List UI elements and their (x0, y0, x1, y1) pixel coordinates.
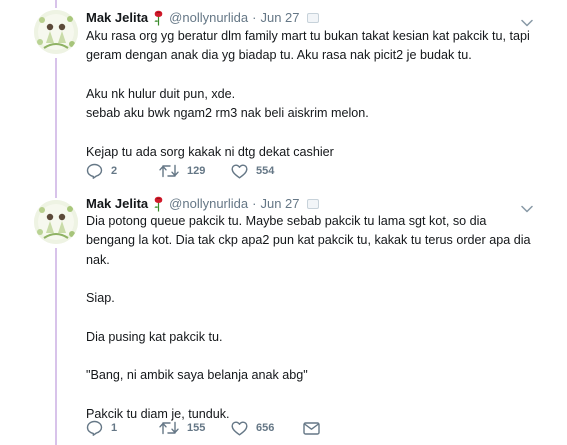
avatar[interactable] (34, 10, 78, 54)
tweet-line-blank (86, 386, 546, 405)
separator: · (252, 10, 257, 25)
tweet-line: Aku nk hulur duit pun, xde. (86, 86, 236, 101)
tweet-line-blank (86, 347, 546, 366)
direct-message-button[interactable] (303, 419, 320, 437)
tweet-line: Dia pusing kat pakcik tu. (86, 329, 223, 344)
author-name[interactable]: Mak Jelita (86, 195, 148, 213)
tweet-date[interactable]: Jun 27 (260, 9, 299, 27)
retweet-count: 129 (187, 165, 206, 177)
media-badge-icon (306, 199, 319, 209)
author-name[interactable]: Mak Jelita (86, 9, 148, 27)
tweet-line-blank (86, 66, 546, 85)
reply-icon (86, 420, 103, 436)
chevron-down-icon[interactable] (521, 200, 533, 213)
tweet-header: Mak Jelita @nollynurlida · Jun 27 (86, 195, 319, 213)
tweet-line: sebab aku bwk ngam2 rm3 nak beli aiskrim… (86, 106, 369, 121)
tweet-line: "Bang, ni ambik saya belanja anak abg" (86, 368, 308, 383)
heart-icon (231, 421, 248, 435)
tweet-text: Dia potong queue pakcik tu. Maybe sebab … (86, 212, 546, 424)
reply-count: 1 (111, 422, 118, 434)
tweet-line: Dia potong queue pakcik tu. Maybe sebab … (86, 214, 487, 228)
tweet-line: nak. (86, 252, 110, 267)
rose-icon (153, 196, 164, 212)
retweet-count: 155 (187, 422, 206, 434)
author-handle[interactable]: @nollynurlida (169, 9, 248, 27)
tweet[interactable]: Mak Jelita @nollynurlida · Jun 27 Aku ra… (0, 0, 567, 190)
like-count: 656 (256, 422, 275, 434)
tweet-line: geram dengan anak dia yg biadap tu. Aku … (86, 48, 472, 63)
reply-button[interactable]: 1 (86, 419, 117, 437)
tweet-line-blank (86, 123, 546, 142)
rose-icon (153, 10, 164, 26)
tweet-line-blank (86, 270, 546, 289)
direct-message-icon (303, 421, 320, 435)
tweet-text: Aku rasa org yg beratur dlm family mart … (86, 27, 546, 162)
retweet-icon (159, 164, 179, 178)
media-badge-icon (306, 13, 319, 23)
twitter-thread: Mak Jelita @nollynurlida · Jun 27 Aku ra… (0, 0, 567, 445)
tweet[interactable]: Mak Jelita @nollynurlida · Jun 27 Dia po… (0, 190, 567, 445)
retweet-button[interactable]: 155 (159, 419, 205, 437)
reply-count: 2 (111, 165, 118, 177)
tweet-line: Kejap tu ada sorg kakak ni dtg dekat cas… (86, 144, 334, 159)
chevron-down-icon[interactable] (521, 14, 533, 27)
like-count: 554 (256, 165, 275, 177)
author-handle[interactable]: @nollynurlida (169, 195, 248, 213)
tweet-line-blank (86, 308, 546, 327)
like-button[interactable]: 554 (231, 162, 274, 180)
tweet-line: Siap. (86, 291, 115, 306)
reply-icon (86, 163, 103, 179)
tweet-line: bengang la kot. Dia tak ckp apa2 pun kat… (86, 233, 531, 248)
reply-button[interactable]: 2 (86, 162, 117, 180)
heart-icon (231, 164, 248, 178)
retweet-icon (159, 421, 179, 435)
tweet-line: Aku rasa org yg beratur dlm family mart … (86, 29, 530, 43)
tweet-date[interactable]: Jun 27 (260, 195, 299, 213)
retweet-button[interactable]: 129 (159, 162, 205, 180)
like-button[interactable]: 656 (231, 419, 274, 437)
avatar[interactable] (34, 200, 78, 244)
tweet-header: Mak Jelita @nollynurlida · Jun 27 (86, 9, 319, 27)
separator: · (252, 196, 257, 211)
